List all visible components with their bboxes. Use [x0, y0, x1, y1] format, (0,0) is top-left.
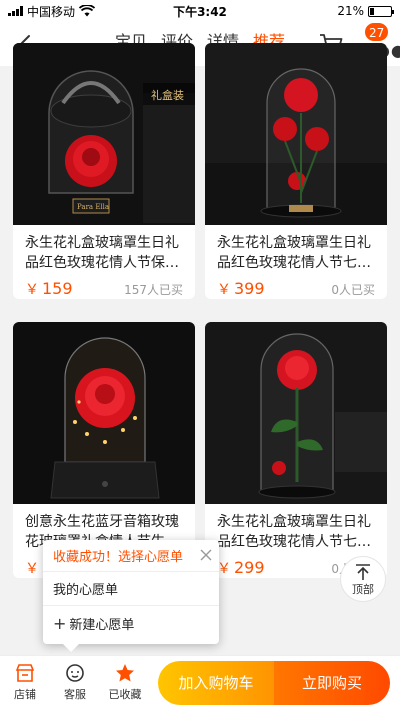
- wishlist-item-label: 新建心愿单: [69, 617, 135, 633]
- wishlist-item-new-list[interactable]: + 新建心愿单: [43, 606, 219, 640]
- product-title: 永生花礼盒玻璃罩生日礼品红色玫瑰花情人节七…: [217, 514, 371, 550]
- battery-icon: [368, 5, 394, 17]
- sold-count: 0人已买: [331, 283, 375, 297]
- message-badge: 27: [364, 22, 390, 42]
- product-image: [205, 43, 387, 225]
- product-image: Para Ella 礼盒装: [13, 43, 195, 225]
- price-value: 299: [234, 558, 265, 577]
- product-price: ￥ 299: [217, 558, 265, 578]
- product-price: ￥ 399: [217, 279, 265, 299]
- status-bar: 中国移动 下午3:42 21%: [0, 0, 400, 22]
- product-image: [205, 322, 387, 504]
- product-image: [13, 322, 195, 504]
- currency-symbol: ￥: [217, 282, 231, 298]
- battery-percent: 21%: [337, 4, 364, 18]
- close-icon[interactable]: [199, 548, 213, 562]
- sold-count: 157人已买: [124, 283, 183, 297]
- wishlist-popup-title: 收藏成功！选择心愿单: [53, 550, 184, 565]
- shop-button[interactable]: 店铺: [0, 662, 50, 702]
- service-label: 客服: [64, 688, 86, 701]
- wishlist-item-label: 我的心愿单: [53, 583, 119, 598]
- currency-symbol: ￥: [217, 561, 231, 577]
- favorite-button[interactable]: 已收藏: [100, 662, 150, 702]
- price-value: 399: [234, 279, 265, 298]
- product-card[interactable]: Para Ella 礼盒装 永生花礼盒玻璃罩生日礼品红色玫瑰花情人节保… ￥ 15…: [13, 43, 195, 299]
- single-rose-dome-image: [205, 322, 387, 504]
- currency-symbol: ￥: [25, 561, 39, 577]
- star-icon: [116, 664, 134, 682]
- wishlist-popup: 收藏成功！选择心愿单 我的心愿单 + 新建心愿单: [43, 540, 219, 652]
- favorite-label: 已收藏: [108, 688, 142, 701]
- customer-service-icon: [66, 664, 84, 682]
- back-to-top-button[interactable]: 顶部: [340, 556, 386, 602]
- three-roses-dome-image: [205, 43, 387, 225]
- product-price: ￥ 159: [25, 279, 73, 299]
- product-card[interactable]: 永生花礼盒玻璃罩生日礼品红色玫瑰花情人节七… ￥299 0人已买: [205, 322, 387, 578]
- status-right: 21%: [337, 4, 394, 18]
- signal-icon: [8, 6, 23, 16]
- currency-symbol: ￥: [25, 282, 39, 298]
- back-to-top-label: 顶部: [352, 583, 374, 596]
- shop-label: 店铺: [14, 688, 36, 701]
- carrier-name: 中国移动: [27, 4, 76, 19]
- brand-plaque: Para Ella: [77, 203, 109, 211]
- giftbox-tag: 礼盒装: [151, 88, 184, 102]
- status-left: 中国移动: [8, 3, 96, 20]
- rose-speaker-image: [13, 322, 195, 504]
- wishlist-popup-header: 收藏成功！选择心愿单: [43, 540, 219, 572]
- plus-icon: +: [53, 613, 67, 633]
- wifi-icon: [79, 5, 96, 17]
- price-value: 159: [42, 279, 73, 298]
- add-to-cart-button[interactable]: 加入购物车: [158, 661, 274, 705]
- wishlist-item-my-list[interactable]: 我的心愿单: [43, 572, 219, 606]
- rose-giftbox-image: Para Ella 礼盒装: [13, 43, 195, 225]
- buy-now-button[interactable]: 立即购买: [274, 661, 390, 705]
- service-button[interactable]: 客服: [50, 662, 100, 702]
- product-title: 永生花礼盒玻璃罩生日礼品红色玫瑰花情人节七…: [217, 235, 371, 271]
- product-card[interactable]: 永生花礼盒玻璃罩生日礼品红色玫瑰花情人节七… ￥ 399 0人已买: [205, 43, 387, 299]
- bottom-action-bar: 店铺 客服 已收藏 加入购物车 立即购买: [0, 655, 400, 711]
- product-title: 永生花礼盒玻璃罩生日礼品红色玫瑰花情人节保…: [25, 235, 179, 271]
- arrow-up-icon: [356, 564, 370, 580]
- shop-icon: [15, 664, 35, 682]
